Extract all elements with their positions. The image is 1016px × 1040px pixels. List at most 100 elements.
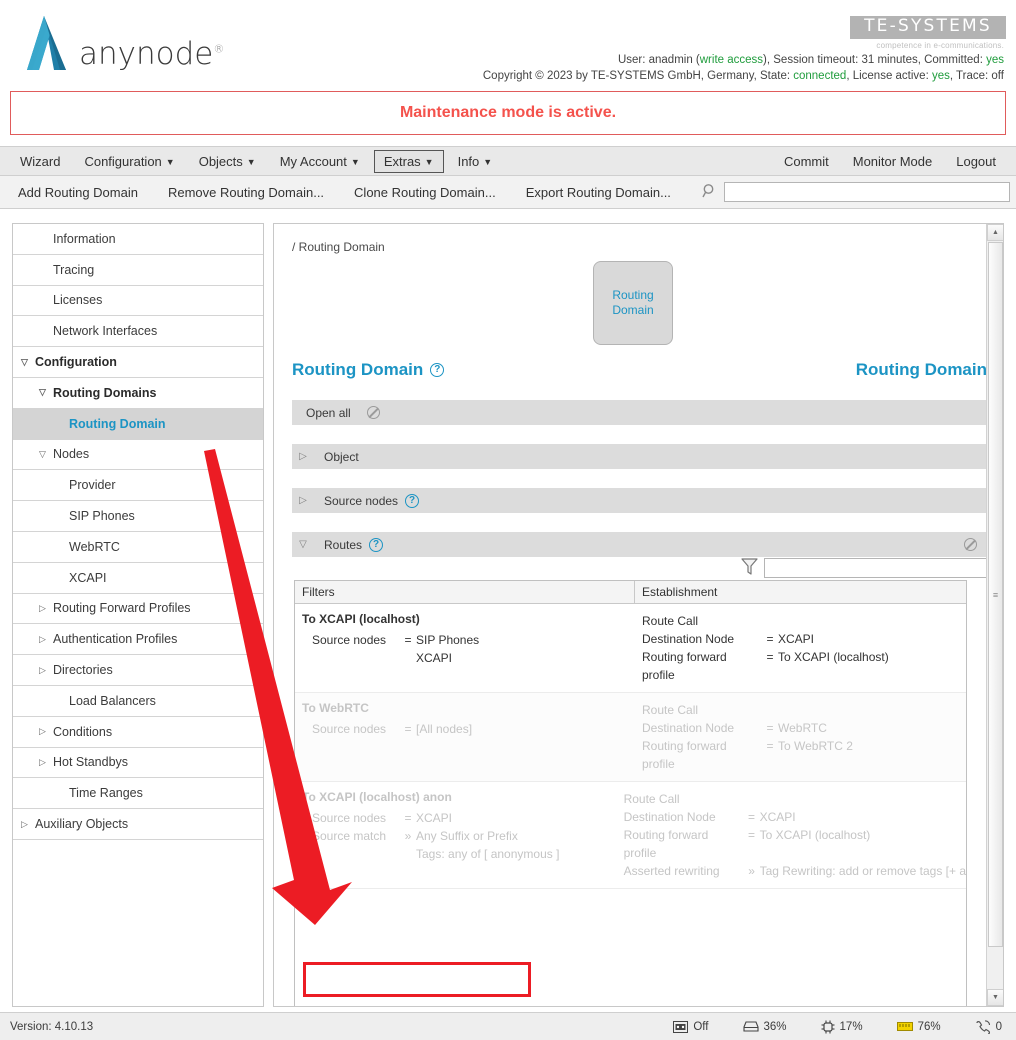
twisty-expanded-icon[interactable]: ▽ <box>39 387 53 398</box>
route-filter-operator: = <box>404 633 412 647</box>
route-filter-value: XCAPI <box>416 651 453 665</box>
sidebar-item-hot-standbys[interactable]: ▷ Hot Standbys <box>13 748 263 779</box>
menu-logout[interactable]: Logout <box>946 150 1006 173</box>
scroll-up-arrow-icon[interactable]: ▲ <box>987 224 1003 241</box>
sidebar-item-tracing[interactable]: Tracing <box>13 255 263 286</box>
route-establishment-value: To XCAPI (localhost) <box>778 650 889 664</box>
sidebar-item-routing-forward-profiles[interactable]: ▷ Routing Forward Profiles <box>13 594 263 625</box>
section-source-nodes-label: Source nodes <box>324 493 399 508</box>
help-icon[interactable]: ? <box>369 537 384 552</box>
main-panel-scrollbar[interactable]: ▲ ≡ ▼ <box>986 224 1003 1006</box>
route-filter-operator: = <box>404 811 412 825</box>
sidebar-item-nodes[interactable]: ▽ Nodes <box>13 440 263 471</box>
routing-domain-toolbar: Add Routing Domain Remove Routing Domain… <box>0 176 1016 209</box>
table-row[interactable]: To XCAPI (localhost) Source nodes = SIP … <box>295 604 966 693</box>
route-establishment-action: Route Call <box>623 792 680 806</box>
table-row[interactable]: To WebRTC Source nodes = [All nodes] Rou… <box>295 693 966 782</box>
sidebar-item-configuration[interactable]: ▽ Configuration <box>13 347 263 378</box>
open-all-bar[interactable]: Open all <box>292 400 987 425</box>
route-filter-entry: Source match » Any Suffix or Prefix Tags… <box>302 827 617 863</box>
scrollbar-grip-icon: ≡ <box>992 589 999 600</box>
menu-info[interactable]: Info ▼ <box>448 150 503 173</box>
scrollbar-thumb[interactable]: ≡ <box>988 242 1003 947</box>
twisty-collapsed-icon[interactable]: ▷ <box>292 451 314 462</box>
anynode-logo-text: anynode® <box>79 39 224 70</box>
menu-configuration-label: Configuration <box>84 153 162 169</box>
routes-filter-input[interactable] <box>764 558 987 578</box>
panel-title-row: Routing Domain ? Routing Domain <box>292 360 987 380</box>
sidebar-item-xcapi[interactable]: XCAPI <box>13 563 263 594</box>
filter-icon[interactable] <box>741 557 758 579</box>
sidebar-item-sip-phones[interactable]: SIP Phones <box>13 501 263 532</box>
toolbar-remove-routing-domain[interactable]: Remove Routing Domain... <box>156 185 336 200</box>
twisty-collapsed-icon[interactable]: ▷ <box>292 495 314 506</box>
sidebar-item-label: Routing Domains <box>53 385 157 400</box>
search-input[interactable] <box>724 182 1010 202</box>
routes-table: Filters Establishment To XCAPI (localhos… <box>294 580 967 1006</box>
toolbar-clone-routing-domain[interactable]: Clone Routing Domain... <box>342 185 508 200</box>
menu-commit[interactable]: Commit <box>774 150 839 173</box>
menu-wizard[interactable]: Wizard <box>10 150 70 173</box>
twisty-collapsed-icon[interactable]: ▷ <box>39 726 53 737</box>
route-establishment-key: Destination Node <box>642 721 735 735</box>
section-routes[interactable]: ▽ Routes ? <box>292 532 987 557</box>
menu-objects[interactable]: Objects ▼ <box>189 150 266 173</box>
table-row[interactable]: To XCAPI (localhost) anon Source nodes =… <box>295 782 966 889</box>
status-cpu-value: 17% <box>839 1020 863 1033</box>
route-establishment-action: Route Call <box>642 703 699 717</box>
route-establishment-value: XCAPI <box>778 632 815 646</box>
menu-info-label: Info <box>457 153 480 169</box>
toolbar-export-routing-domain[interactable]: Export Routing Domain... <box>514 185 683 200</box>
sidebar-item-label: Provider <box>69 478 116 493</box>
sidebar-item-time-ranges[interactable]: Time Ranges <box>13 778 263 810</box>
help-icon[interactable]: ? <box>430 363 445 377</box>
route-establishment-operator: = <box>766 721 774 735</box>
twisty-collapsed-icon[interactable]: ▷ <box>39 757 53 768</box>
menu-monitor-mode-label: Monitor Mode <box>852 153 933 169</box>
twisty-expanded-icon[interactable]: ▽ <box>21 357 35 368</box>
page-title: Routing Domain ? <box>292 360 445 380</box>
routing-domain-node-box[interactable]: Routing Domain <box>593 261 673 345</box>
twisty-collapsed-icon[interactable]: ▷ <box>21 819 35 830</box>
sidebar-item-load-balancers[interactable]: Load Balancers <box>13 686 263 717</box>
status-calls: 0 <box>975 1019 1002 1034</box>
toolbar-export-routing-domain-label: Export Routing Domain... <box>525 184 671 200</box>
sidebar-item-directories[interactable]: ▷ Directories <box>13 655 263 686</box>
sidebar-item-webrtc[interactable]: WebRTC <box>13 532 263 563</box>
sidebar-item-information[interactable]: Information <box>13 224 263 255</box>
route-establishment-entry: Destination Node = XCAPI <box>624 808 966 826</box>
sidebar-item-provider[interactable]: Provider <box>13 470 263 502</box>
route-establishment-operator: = <box>766 650 774 664</box>
route-establishment-cell: Route Call Destination Node = WebRTC Rou… <box>635 701 966 773</box>
sidebar-item-routing-domains[interactable]: ▽ Routing Domains <box>13 378 263 409</box>
scroll-down-arrow-icon[interactable]: ▼ <box>987 989 1003 1006</box>
breadcrumb[interactable]: / Routing Domain <box>292 240 385 254</box>
twisty-expanded-icon[interactable]: ▽ <box>292 539 314 550</box>
sidebar-item-label: Licenses <box>53 293 103 308</box>
twisty-expanded-icon[interactable]: ▽ <box>39 449 53 460</box>
route-title: To XCAPI (localhost) <box>302 612 420 626</box>
sidebar-item-auxiliary-objects[interactable]: ▷ Auxiliary Objects <box>13 809 263 840</box>
menu-monitor-mode[interactable]: Monitor Mode <box>843 150 942 173</box>
menu-extras[interactable]: Extras ▼ <box>373 149 444 173</box>
sidebar-item-conditions[interactable]: ▷ Conditions <box>13 717 263 748</box>
twisty-collapsed-icon[interactable]: ▷ <box>39 634 53 645</box>
twisty-collapsed-icon[interactable]: ▷ <box>39 665 53 676</box>
menu-configuration[interactable]: Configuration ▼ <box>74 150 184 173</box>
route-filter-entry: Source nodes = SIP Phones XCAPI <box>302 631 635 667</box>
route-establishment-operator: = <box>748 828 756 842</box>
help-icon[interactable]: ? <box>405 493 420 508</box>
sidebar-item-routing-domain[interactable]: Routing Domain <box>13 408 263 440</box>
sidebar-item-licenses[interactable]: Licenses <box>13 286 263 317</box>
menu-my-account[interactable]: My Account ▼ <box>270 150 370 173</box>
section-source-nodes[interactable]: ▷ Source nodes ? <box>292 488 987 513</box>
sidebar-item-authentication-profiles[interactable]: ▷ Authentication Profiles <box>13 624 263 656</box>
route-filters-cell: To WebRTC Source nodes = [All nodes] <box>295 701 635 773</box>
twisty-collapsed-icon[interactable]: ▷ <box>39 603 53 614</box>
sidebar-item-network-interfaces[interactable]: Network Interfaces <box>13 316 263 348</box>
route-establishment-value: To XCAPI (localhost) <box>759 828 871 842</box>
section-object[interactable]: ▷ Object <box>292 444 987 469</box>
session-timeout-label: ), Session timeout: 31 minutes, Committe… <box>763 54 987 66</box>
sidebar-item-label: Time Ranges <box>69 786 143 801</box>
toolbar-add-routing-domain[interactable]: Add Routing Domain <box>6 185 150 200</box>
